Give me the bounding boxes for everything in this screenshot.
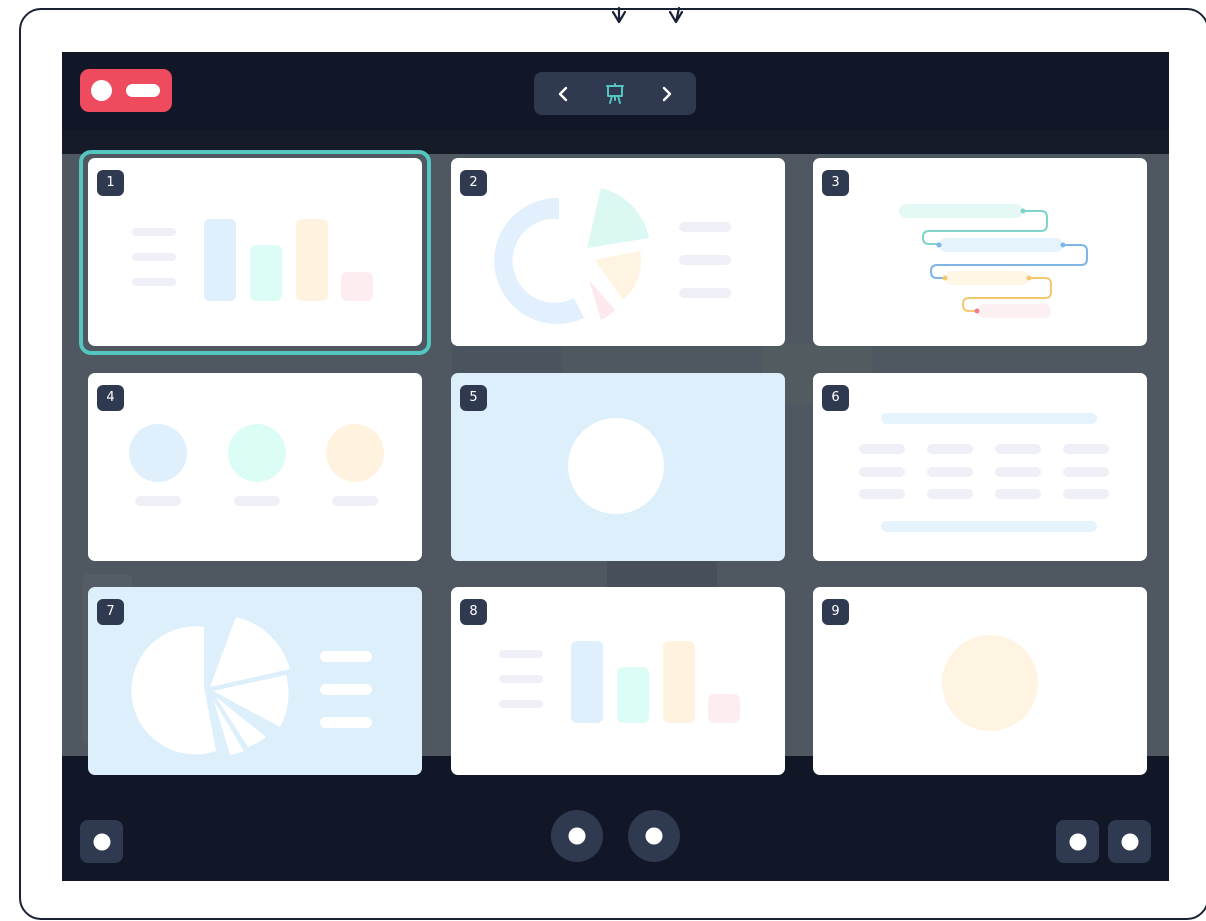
timeline-illustration bbox=[899, 204, 1088, 318]
menu-dot-icon bbox=[93, 833, 110, 850]
three-circles-illustration bbox=[129, 424, 384, 506]
single-circle-illustration bbox=[568, 418, 664, 514]
slide-thumbnail-4[interactable]: 4 bbox=[88, 373, 422, 561]
fullscreen-dot-icon bbox=[1121, 833, 1138, 850]
chevron-right-icon bbox=[662, 86, 672, 102]
exit-toggle-button[interactable] bbox=[80, 69, 172, 112]
slide-thumbnail-1[interactable]: 1 bbox=[88, 158, 422, 346]
slide-thumbnail-5[interactable]: 5 bbox=[451, 373, 785, 561]
chevron-down-icon bbox=[668, 6, 684, 24]
presentation-screen: 1 2 3 4 5 6 7 8 9 bbox=[62, 52, 1169, 881]
top-toolbar bbox=[62, 52, 1169, 130]
bar-chart-illustration bbox=[132, 219, 373, 301]
slide-navigation bbox=[534, 72, 696, 115]
bar-chart-illustration bbox=[499, 641, 740, 723]
single-circle-illustration bbox=[942, 635, 1038, 731]
settings-button[interactable] bbox=[1056, 820, 1099, 863]
previous-slide-button[interactable] bbox=[550, 80, 578, 108]
slide-thumbnail-7[interactable]: 7 bbox=[88, 587, 422, 775]
menu-button[interactable] bbox=[80, 820, 123, 863]
slide-thumbnail-8[interactable]: 8 bbox=[451, 587, 785, 775]
play-button[interactable] bbox=[551, 810, 603, 862]
slide-thumbnail-3[interactable]: 3 bbox=[813, 158, 1147, 346]
table-illustration bbox=[859, 413, 1109, 532]
toggle-dot-icon bbox=[91, 80, 112, 101]
slide-thumbnail-2[interactable]: 2 bbox=[451, 158, 785, 346]
pie-list-illustration bbox=[131, 617, 372, 755]
present-button[interactable] bbox=[601, 80, 629, 108]
pause-button[interactable] bbox=[628, 810, 680, 862]
chevron-left-icon bbox=[558, 86, 568, 102]
toggle-bar-icon bbox=[126, 84, 160, 97]
slide-thumbnail-9[interactable]: 9 bbox=[813, 587, 1147, 775]
play-dot-icon bbox=[568, 827, 586, 845]
chevron-down-icon bbox=[611, 6, 627, 24]
presentation-easel-icon bbox=[606, 83, 624, 104]
donut-pie-illustration bbox=[494, 188, 731, 324]
next-slide-button[interactable] bbox=[652, 80, 680, 108]
pause-dot-icon bbox=[645, 827, 663, 845]
fullscreen-button[interactable] bbox=[1108, 820, 1151, 863]
settings-dot-icon bbox=[1069, 833, 1086, 850]
slide-thumbnail-6[interactable]: 6 bbox=[813, 373, 1147, 561]
